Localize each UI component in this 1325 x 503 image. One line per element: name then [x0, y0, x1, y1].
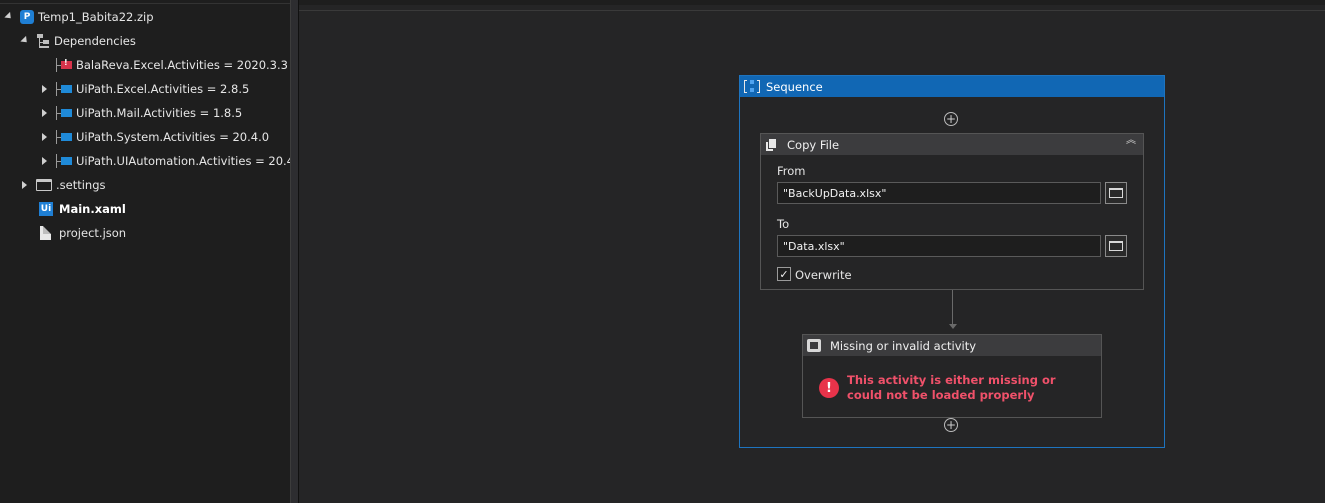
folder-icon	[36, 179, 52, 191]
workflow-designer-canvas[interactable]: Sequence + Copy File ︽ From "BackUpData.…	[299, 0, 1325, 503]
tree-item-project-json[interactable]: project.json	[40, 222, 126, 244]
dependency-label: UiPath.UIAutomation.Activities = 20.4.1	[76, 154, 305, 168]
tree-item-label: project.json	[59, 226, 127, 240]
xaml-file-icon: Ui	[39, 202, 53, 216]
sequence-activity[interactable]: Sequence + Copy File ︽ From "BackUpData.…	[739, 75, 1165, 448]
chevron-down-icon[interactable]	[4, 12, 14, 22]
dependency-icon	[54, 82, 72, 96]
dependencies-icon	[36, 34, 50, 48]
project-tree-panel: P Temp1_Babita22.zip Dependencies BalaRe…	[0, 0, 305, 503]
missing-activity[interactable]: Missing or invalid activity ! This activ…	[802, 334, 1102, 418]
dependency-icon	[54, 130, 72, 144]
sequence-header[interactable]: Sequence	[740, 76, 1164, 97]
to-input[interactable]: "Data.xlsx"	[777, 235, 1101, 257]
tree-item-label: Dependencies	[54, 34, 136, 48]
chevron-right-icon[interactable]	[40, 156, 50, 166]
overwrite-label: Overwrite	[795, 268, 852, 282]
plus-icon: +	[945, 112, 957, 126]
error-icon: !	[819, 378, 839, 398]
error-message: This activity is either missing or could…	[847, 373, 1056, 402]
to-label: To	[777, 217, 790, 231]
copy-file-title: Copy File	[787, 137, 840, 152]
chevron-right-icon[interactable]	[40, 84, 50, 94]
panel-top-border	[0, 0, 290, 4]
dependency-icon	[54, 154, 72, 168]
sequence-icon	[744, 79, 760, 94]
overwrite-checkbox[interactable]: ✓	[777, 267, 791, 281]
missing-activity-header[interactable]: Missing or invalid activity	[803, 335, 1101, 356]
file-icon	[40, 226, 51, 240]
copy-file-activity[interactable]: Copy File ︽ From "BackUpData.xlsx" To "D…	[760, 133, 1144, 290]
tree-item-label: Main.xaml	[59, 202, 126, 216]
add-activity-button[interactable]: +	[944, 418, 958, 432]
dependency-item[interactable]: UiPath.UIAutomation.Activities = 20.4.1	[40, 150, 305, 172]
collapse-icon[interactable]: ︽	[1125, 136, 1137, 150]
canvas-top-divider	[299, 10, 1325, 11]
to-browse-button[interactable]	[1105, 235, 1127, 257]
check-icon: ✓	[779, 267, 789, 281]
folder-icon	[1109, 241, 1123, 251]
chevron-right-icon[interactable]	[40, 108, 50, 118]
dependency-label: UiPath.Mail.Activities = 1.8.5	[76, 106, 243, 120]
tree-item-settings-folder[interactable]: .settings	[20, 174, 106, 196]
dependency-icon	[54, 106, 72, 120]
tree-item-dependencies[interactable]: Dependencies	[20, 30, 136, 52]
plus-icon: +	[945, 418, 957, 432]
panel-splitter[interactable]	[290, 0, 299, 503]
activity-icon	[807, 339, 821, 352]
tree-item-project-root[interactable]: P Temp1_Babita22.zip	[4, 6, 154, 28]
dependency-item[interactable]: UiPath.Excel.Activities = 2.8.5	[40, 78, 249, 100]
chevron-right-icon[interactable]	[40, 132, 50, 142]
dependency-label: UiPath.System.Activities = 20.4.0	[76, 130, 270, 144]
tree-item-label: .settings	[56, 178, 106, 192]
add-activity-button[interactable]: +	[944, 112, 958, 126]
copy-file-header[interactable]: Copy File ︽	[761, 134, 1143, 155]
folder-icon	[1109, 188, 1123, 198]
dependency-label: BalaReva.Excel.Activities = 2020.3.3	[76, 58, 288, 72]
tree-item-label: Temp1_Babita22.zip	[38, 10, 154, 24]
tree-item-main-xaml[interactable]: Ui Main.xaml	[39, 198, 126, 220]
from-label: From	[777, 164, 806, 178]
sequence-title: Sequence	[766, 79, 823, 94]
copy-file-icon	[765, 137, 777, 152]
dependency-item[interactable]: UiPath.System.Activities = 20.4.0	[40, 126, 269, 148]
dependency-label: UiPath.Excel.Activities = 2.8.5	[76, 82, 250, 96]
missing-activity-title: Missing or invalid activity	[830, 338, 977, 353]
package-icon: P	[20, 10, 34, 24]
from-input[interactable]: "BackUpData.xlsx"	[777, 182, 1101, 204]
dependency-error-icon	[54, 58, 72, 72]
from-value: "BackUpData.xlsx"	[783, 186, 887, 200]
chevron-right-icon[interactable]	[20, 180, 30, 190]
flow-connector	[952, 290, 953, 326]
connector-arrow-icon	[949, 324, 957, 329]
to-value: "Data.xlsx"	[783, 239, 845, 253]
dependency-item[interactable]: UiPath.Mail.Activities = 1.8.5	[40, 102, 242, 124]
chevron-down-icon[interactable]	[20, 36, 30, 46]
from-browse-button[interactable]	[1105, 182, 1127, 204]
dependency-item[interactable]: BalaReva.Excel.Activities = 2020.3.3	[54, 54, 288, 76]
